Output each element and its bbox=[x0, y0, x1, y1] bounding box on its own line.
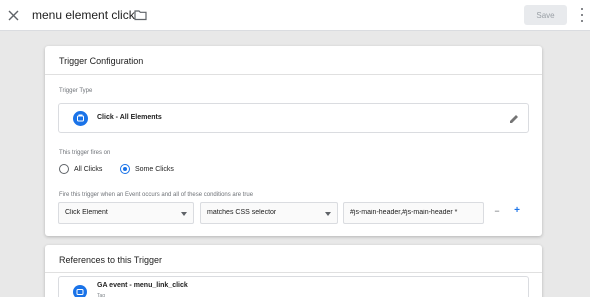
references-title: References to this Trigger bbox=[59, 255, 163, 265]
more-vert-icon[interactable] bbox=[578, 8, 586, 22]
reference-item[interactable]: GA event - menu_link_click Tag bbox=[58, 276, 529, 297]
close-icon[interactable] bbox=[5, 7, 21, 23]
radio-all-clicks[interactable]: All Clicks bbox=[59, 163, 102, 175]
trigger-configuration-card: Trigger Configuration Trigger Type Click… bbox=[45, 46, 542, 236]
condition-value: #js-main-header,#js-main-header * bbox=[350, 209, 458, 216]
card-title: Trigger Configuration bbox=[59, 56, 144, 66]
folder-icon[interactable] bbox=[134, 8, 148, 22]
condition-value-input[interactable]: #js-main-header,#js-main-header * bbox=[343, 202, 484, 224]
radio-some-clicks[interactable]: Some Clicks bbox=[120, 163, 174, 175]
trigger-type-selector[interactable]: Click - All Elements bbox=[58, 103, 529, 133]
operator-value: matches CSS selector bbox=[207, 209, 277, 216]
tag-icon bbox=[73, 285, 87, 297]
edit-pencil-icon[interactable] bbox=[508, 112, 520, 124]
dropdown-arrow-icon bbox=[181, 212, 187, 216]
cursor-click-icon bbox=[73, 111, 88, 126]
divider bbox=[45, 74, 542, 75]
references-card: References to this Trigger GA event - me… bbox=[45, 245, 542, 297]
trigger-type-value: Click - All Elements bbox=[97, 114, 162, 121]
remove-condition-button[interactable]: − bbox=[491, 206, 503, 220]
fires-on-label: This trigger fires on bbox=[59, 150, 111, 156]
reference-type: Tag bbox=[97, 293, 106, 297]
operator-select[interactable]: matches CSS selector bbox=[200, 202, 338, 224]
save-button[interactable]: Save bbox=[524, 5, 567, 25]
radio-label: All Clicks bbox=[74, 165, 103, 173]
variable-value: Click Element bbox=[65, 209, 108, 216]
reference-name: GA event - menu_link_click bbox=[97, 282, 188, 289]
trigger-type-label: Trigger Type bbox=[59, 88, 93, 94]
radio-button-selected[interactable] bbox=[120, 164, 130, 174]
page-title: menu element click bbox=[32, 8, 135, 22]
top-bar: menu element click Save bbox=[0, 0, 590, 31]
divider bbox=[45, 272, 542, 273]
add-condition-button[interactable]: + bbox=[511, 205, 523, 219]
radio-label: Some Clicks bbox=[135, 165, 174, 173]
condition-label: Fire this trigger when an Event occurs a… bbox=[59, 192, 254, 198]
radio-button[interactable] bbox=[59, 164, 69, 174]
variable-select[interactable]: Click Element bbox=[58, 202, 194, 224]
dropdown-arrow-icon bbox=[325, 212, 331, 216]
